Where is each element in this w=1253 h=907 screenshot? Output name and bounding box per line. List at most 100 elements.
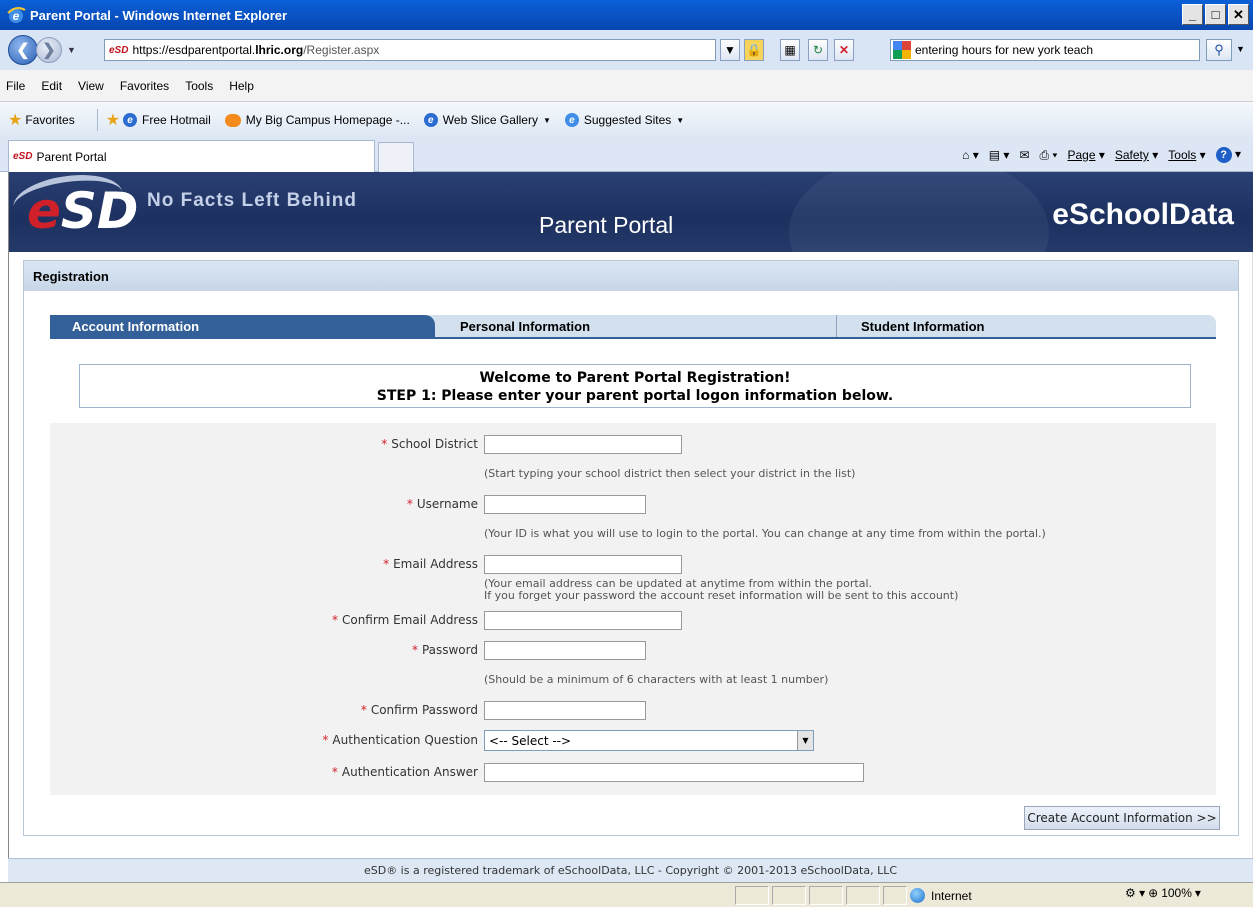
confirm-email-input[interactable] [484, 611, 682, 630]
page-menu[interactable]: Page ▾ [1067, 148, 1104, 162]
tab-parent-portal[interactable]: eSD Parent Portal [8, 140, 375, 172]
chevron-down-icon: ▼ [676, 115, 685, 125]
status-pane [809, 886, 843, 905]
favorite-my-big-campus[interactable]: My Big Campus Homepage -... [224, 113, 410, 127]
search-icon[interactable]: ⚲ [1206, 39, 1232, 61]
menu-favorites[interactable]: Favorites [120, 79, 169, 93]
confirm-password-row: * Confirm Password [50, 699, 1216, 723]
zoom-icon: ⊕ [1148, 886, 1159, 900]
address-toolbar: ❮ ❯ ▼ eSD https://esdparentportal. lhric.… [0, 30, 1253, 70]
back-button[interactable]: ❮ [8, 35, 38, 65]
tab-underline [50, 337, 1216, 339]
site-favicon-icon: eSD [109, 44, 129, 56]
menu-help[interactable]: Help [229, 79, 254, 93]
password-input[interactable] [484, 641, 646, 660]
url-path: /Register.aspx [303, 43, 380, 57]
status-text [0, 886, 732, 905]
auth-question-row: * Authentication Question <-- Select --> … [50, 729, 1216, 753]
favorite-label: Free Hotmail [142, 113, 211, 127]
welcome-step: STEP 1: Please enter your parent portal … [376, 388, 894, 404]
confirm-password-input[interactable] [484, 701, 646, 720]
username-label: * Username [406, 497, 478, 511]
new-tab-button[interactable] [378, 142, 414, 172]
divider [96, 109, 98, 131]
favorite-free-hotmail[interactable]: e Free Hotmail [123, 113, 211, 127]
home-icon[interactable]: ⌂ ▾ [962, 148, 979, 162]
copyright-footer: eSD® is a registered trademark of eSchoo… [8, 858, 1253, 882]
welcome-title: Welcome to Parent Portal Registration! [479, 370, 791, 386]
menu-view[interactable]: View [78, 79, 104, 93]
stop-icon[interactable]: ✕ [834, 39, 854, 61]
auth-question-select[interactable]: <-- Select --> ▼ [484, 730, 814, 751]
favorites-label: Favorites [25, 113, 75, 127]
security-zone[interactable]: Internet [910, 886, 1060, 905]
ie-logo-icon: e [564, 113, 579, 127]
history-dropdown-icon[interactable]: ▼ [67, 45, 76, 55]
username-input[interactable] [484, 495, 646, 514]
favorite-label: My Big Campus Homepage -... [245, 113, 410, 127]
school-district-hint: (Start typing your school district then … [484, 467, 856, 480]
favorites-star-icon: ★ [8, 112, 23, 129]
mail-icon[interactable]: ✉ [1019, 148, 1029, 162]
address-input[interactable]: eSD https://esdparentportal. lhric.org/Re… [104, 39, 716, 61]
forward-button[interactable]: ❯ [36, 37, 62, 63]
zone-label: Internet [931, 888, 972, 903]
banner-decoration [789, 172, 1049, 252]
zoom-control[interactable]: ⚙ ▾ ⊕ 100% ▾ [1125, 886, 1201, 900]
esd-logo: eSD [27, 182, 139, 240]
zoom-level: 100% [1161, 886, 1192, 900]
favorite-web-slice-gallery[interactable]: e Web Slice Gallery ▼ [423, 113, 551, 127]
feeds-icon[interactable]: ▤ ▾ [989, 148, 1010, 162]
address-dropdown-icon[interactable]: ▼ [720, 39, 740, 61]
tools-menu[interactable]: Tools ▾ [1168, 148, 1205, 162]
auth-question-value: <-- Select --> [489, 733, 572, 748]
site-banner: eSD No Facts Left Behind Parent Portal e… [9, 172, 1253, 252]
print-icon[interactable]: ⎙ ▾ [1040, 148, 1058, 163]
lock-icon[interactable]: 🔒 [744, 39, 764, 61]
email-label: * Email Address [383, 557, 478, 571]
username-row: * Username [50, 493, 1216, 517]
auth-answer-input[interactable] [484, 763, 864, 782]
help-icon[interactable]: ? ▾ [1215, 147, 1241, 163]
menu-tools[interactable]: Tools [185, 79, 213, 93]
brand-name: eSchoolData [1052, 198, 1234, 231]
google-icon [893, 41, 911, 59]
favorite-suggested-sites[interactable]: e Suggested Sites ▼ [564, 113, 685, 127]
safety-menu[interactable]: Safety ▾ [1115, 148, 1158, 162]
protected-mode-icon[interactable]: ⚙ ▾ [1125, 886, 1145, 900]
school-district-input[interactable] [484, 435, 682, 454]
search-text: entering hours for new york teach [915, 43, 1094, 57]
favorites-button[interactable]: ★ Favorites [0, 110, 75, 130]
refresh-icon[interactable]: ↻ [808, 39, 828, 61]
close-button[interactable]: ✕ [1228, 4, 1249, 25]
search-options-icon[interactable]: ▼ [1236, 44, 1245, 54]
auth-answer-row: * Authentication Answer [50, 761, 1216, 785]
add-favorite-icon[interactable]: ★ [106, 110, 120, 130]
chevron-down-icon: ▾ [1194, 886, 1201, 900]
password-row: * Password [50, 639, 1216, 663]
maximize-button[interactable]: □ [1205, 4, 1226, 25]
tab-label: Parent Portal [36, 149, 107, 164]
confirm-email-label: * Confirm Email Address [331, 613, 478, 627]
compatibility-icon[interactable]: ▦ [780, 39, 800, 61]
tab-student-information[interactable]: Student Information [836, 315, 1216, 337]
password-label: * Password [411, 643, 478, 657]
tab-personal-information[interactable]: Personal Information [460, 315, 840, 337]
portal-title: Parent Portal [539, 212, 674, 238]
create-account-button[interactable]: Create Account Information >> [1024, 806, 1220, 830]
school-district-label: * School District [381, 437, 478, 451]
status-bar: Internet ⚙ ▾ ⊕ 100% ▾ [0, 882, 1253, 907]
window-title: Parent Portal - Windows Internet Explore… [30, 7, 288, 23]
username-hint: (Your ID is what you will use to login t… [484, 527, 1046, 540]
welcome-box: Welcome to Parent Portal Registration! S… [79, 364, 1191, 408]
email-input[interactable] [484, 555, 682, 574]
search-input[interactable]: entering hours for new york teach [890, 39, 1200, 61]
menu-edit[interactable]: Edit [41, 79, 62, 93]
minimize-button[interactable]: _ [1182, 4, 1203, 25]
registration-tabs: Account Information Personal Information… [50, 315, 1216, 337]
chevron-down-icon[interactable]: ▼ [797, 731, 813, 750]
favorites-bar: ★ Favorites ★ e Free Hotmail My Big Camp… [0, 102, 1253, 138]
tagline: No Facts Left Behind [147, 190, 358, 211]
tab-account-information[interactable]: Account Information [50, 315, 435, 337]
menu-file[interactable]: File [6, 79, 25, 93]
